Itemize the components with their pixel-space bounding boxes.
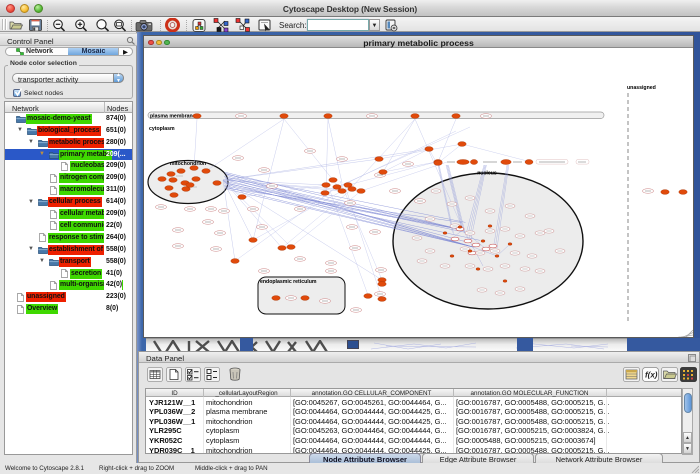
svg-text:nucleus: nucleus	[477, 171, 497, 177]
svg-text:cytoplasm: cytoplasm	[149, 126, 175, 132]
svg-text:endoplasmic reticulum: endoplasmic reticulum	[260, 279, 317, 285]
svg-text:f(x): f(x)	[645, 371, 658, 380]
svg-text:mitochondrion: mitochondrion	[170, 161, 206, 167]
svg-text:unassigned: unassigned	[627, 85, 656, 91]
svg-text:plasma membrane: plasma membrane	[150, 113, 196, 119]
